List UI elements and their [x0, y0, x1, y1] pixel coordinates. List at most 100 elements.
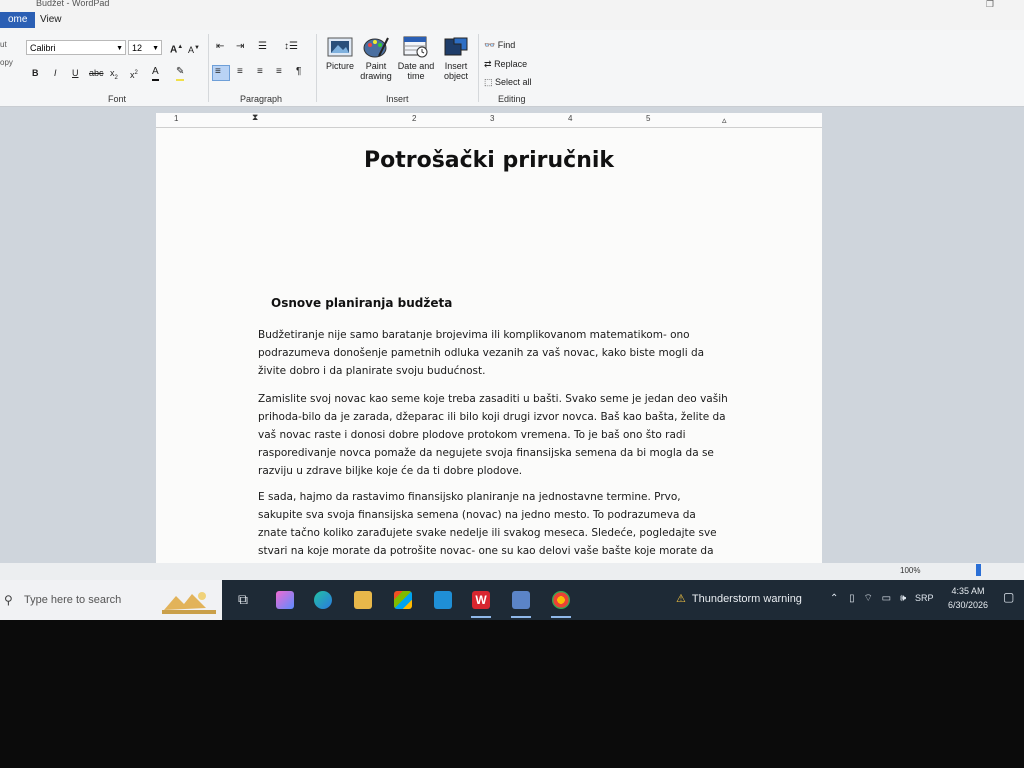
increase-indent-icon[interactable]: ⇥: [236, 40, 244, 54]
clipboard-group: ut opy: [0, 36, 13, 72]
picture-icon: [327, 36, 353, 58]
underline-button[interactable]: U: [72, 66, 79, 80]
weather-text: Thunderstorm warning: [691, 593, 802, 605]
italic-button[interactable]: I: [54, 66, 57, 80]
insert-object-button[interactable]: Insert object: [434, 36, 478, 81]
network-icon[interactable]: ⌔: [863, 593, 872, 604]
copilot-icon[interactable]: [276, 591, 294, 609]
font-family-select[interactable]: Calibri ▼: [26, 40, 126, 55]
group-divider: [208, 34, 209, 102]
chevron-down-icon: ▼: [152, 45, 159, 52]
chevron-down-icon: ▼: [116, 45, 123, 52]
find-button[interactable]: 👓 Find: [484, 39, 515, 51]
zoom-slider-thumb[interactable]: [976, 564, 981, 576]
bullet-list-icon[interactable]: ☰: [258, 40, 267, 54]
ruler-number: 3: [490, 114, 495, 123]
language-indicator[interactable]: SRP: [915, 593, 934, 603]
right-indent-marker-icon[interactable]: ▵: [722, 115, 727, 126]
tab-home[interactable]: ome: [0, 12, 36, 28]
date-label-2: time: [407, 71, 425, 81]
camera-icon[interactable]: ▭: [882, 593, 891, 604]
date-time-button[interactable]: Date and time: [394, 36, 438, 81]
weather-widget[interactable]: ⚠ Thunderstorm warning: [676, 592, 802, 605]
replace-button[interactable]: ⇄ Replace: [484, 58, 527, 70]
font-size-select[interactable]: 12 ▼: [128, 40, 162, 55]
font-size-value: 12: [132, 43, 143, 53]
ribbon-tab-bar: ome View: [0, 10, 1024, 31]
indent-marker-icon[interactable]: ⧗: [252, 112, 258, 123]
justify-icon[interactable]: ≡: [276, 65, 282, 79]
search-placeholder: Type here to search: [24, 594, 122, 606]
paragraph-icon[interactable]: ¶: [296, 65, 301, 79]
warning-icon: ⚠: [676, 593, 686, 605]
find-label: Find: [497, 40, 516, 50]
subscript-button[interactable]: x2: [110, 66, 118, 85]
edge-browser-icon[interactable]: [314, 591, 332, 609]
paint-palette-icon: [363, 36, 389, 58]
document-title: Potrošački priručnik: [363, 148, 615, 173]
task-view-icon[interactable]: ⧉: [234, 591, 252, 609]
align-right-icon[interactable]: ≡: [257, 65, 263, 79]
insert-group-label: Insert: [386, 94, 409, 104]
chrome-browser-icon[interactable]: [552, 591, 570, 609]
align-left-icon: ≡: [215, 66, 221, 77]
paint-label-2: drawing: [360, 71, 392, 81]
document-page[interactable]: Potrošački priručnik Osnove planiranja b…: [156, 128, 822, 580]
status-bar: 100%: [0, 563, 1024, 580]
highlight-icon[interactable]: ✎: [176, 65, 185, 81]
zoom-level: 100%: [900, 566, 921, 575]
align-center-icon[interactable]: ≡: [237, 65, 243, 79]
superscript-button[interactable]: x2: [130, 66, 138, 82]
ruler-number: 5: [646, 114, 651, 123]
system-tray: ⌃ ▯ ⌔ ▭ 🕪 SRP: [830, 592, 934, 605]
grow-font-icon[interactable]: A▲: [170, 40, 183, 57]
calendar-clock-icon: [403, 36, 429, 58]
restore-icon[interactable]: ❐: [986, 0, 994, 10]
cut-button[interactable]: ut: [0, 36, 13, 54]
microsoft-store-icon[interactable]: [394, 591, 412, 609]
taskbar: ⚲ Type here to search ⧉ W ⚠ Thunderstorm …: [0, 580, 1024, 620]
tab-view[interactable]: View: [32, 12, 70, 28]
active-app-indicator: [551, 616, 571, 618]
taskbar-search-box[interactable]: ⚲ Type here to search: [0, 580, 222, 620]
document-paragraph: E sada, hajmo da rastavimo finansijsko p…: [258, 491, 717, 557]
active-app-indicator: [511, 616, 531, 618]
chevron-up-icon[interactable]: ⌃: [830, 593, 838, 604]
strikethrough-button[interactable]: abc: [89, 66, 104, 80]
font-family-value: Calibri: [30, 43, 56, 53]
ruler-number: 2: [412, 114, 417, 123]
title-bar: Budžet - WordPad ❐: [0, 0, 1024, 10]
object-icon: [443, 36, 469, 58]
file-explorer-icon[interactable]: [354, 591, 372, 609]
search-icon: ⚲: [4, 593, 13, 607]
wps-office-icon[interactable]: W: [472, 591, 490, 609]
horizontal-ruler[interactable]: ⧗ 1 2 3 4 5 ▵: [156, 112, 822, 128]
active-app-indicator: [471, 616, 491, 618]
shrink-font-icon[interactable]: A▼: [188, 41, 200, 57]
wordpad-icon[interactable]: [512, 591, 530, 609]
battery-icon[interactable]: ▯: [849, 593, 855, 604]
notification-icon[interactable]: ▢: [1003, 590, 1014, 604]
select-all-button[interactable]: ⬚ Select all: [484, 76, 532, 88]
paint-drawing-button[interactable]: Paint drawing: [354, 36, 398, 81]
app-icon[interactable]: [434, 591, 452, 609]
date-label-1: Date and: [397, 61, 435, 71]
wordpad-window: Budžet - WordPad ❐ ome View ut opy Calib…: [0, 0, 1024, 620]
text-color-icon[interactable]: A: [152, 65, 159, 81]
select-all-label: Select all: [495, 77, 532, 87]
group-divider: [478, 34, 479, 102]
decrease-indent-icon[interactable]: ⇤: [216, 40, 224, 54]
clock-date: 6/30/2026: [948, 600, 989, 610]
copy-button[interactable]: opy: [0, 54, 13, 72]
taskbar-clock[interactable]: 4:35 AM 6/30/2026: [948, 584, 988, 612]
bold-button[interactable]: B: [32, 66, 39, 80]
editing-group-label: Editing: [498, 94, 526, 104]
object-label-1: Insert: [444, 61, 468, 71]
volume-icon[interactable]: 🕪: [900, 593, 906, 604]
line-spacing-icon[interactable]: ↕☰: [284, 40, 298, 54]
document-paragraph: Zamislite svoj novac kao seme koje treba…: [258, 393, 728, 477]
paragraph-group-label: Paragraph: [240, 94, 283, 104]
document-heading: Osnove planiranja budžeta: [271, 296, 453, 310]
window-title: Budžet - WordPad: [36, 0, 110, 8]
document-paragraph: Budžetiranje nije samo baratanje brojevi…: [258, 329, 705, 377]
